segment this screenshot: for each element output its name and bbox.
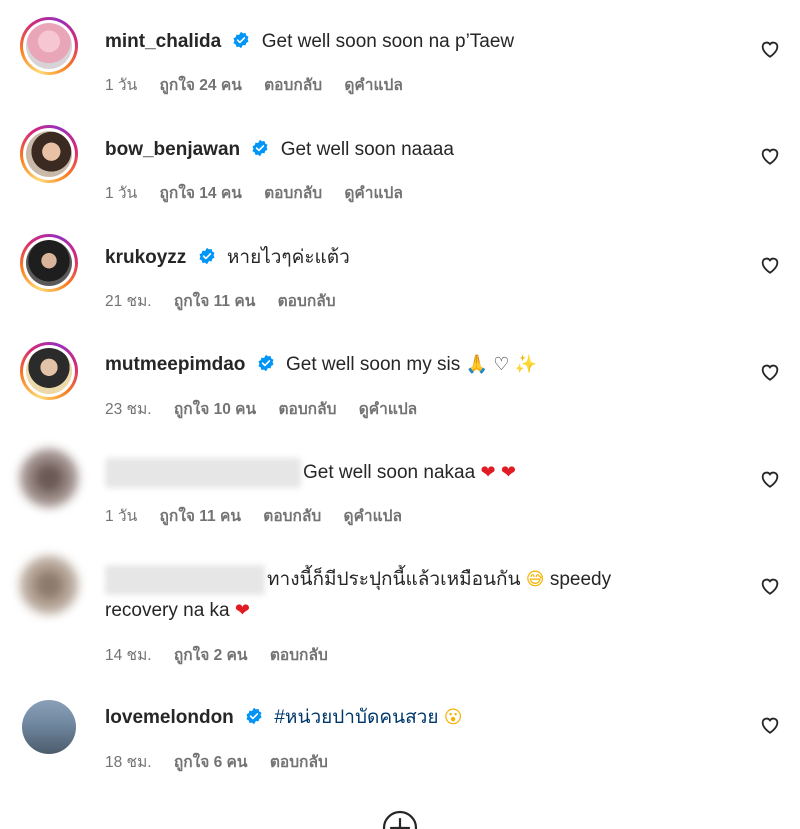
heart-outline-icon[interactable] xyxy=(759,254,781,276)
heart-outline-icon[interactable] xyxy=(759,575,781,597)
translate-button[interactable]: ดูคำแปล xyxy=(359,401,417,418)
avatar[interactable] xyxy=(20,125,78,183)
plus-circle-icon[interactable] xyxy=(382,810,418,829)
reply-button[interactable]: ตอบกลับ xyxy=(263,508,321,525)
sparkles-icon: ✨ xyxy=(514,354,538,375)
comment-time: 1 วัน xyxy=(105,77,138,94)
verified-badge-icon xyxy=(233,31,249,49)
red-heart-icon: ❤ xyxy=(480,462,496,484)
heart-outline-icon[interactable] xyxy=(759,145,781,167)
folded-hands-icon: 🙏 xyxy=(465,354,488,375)
verified-badge-icon xyxy=(246,707,262,725)
reply-button[interactable]: ตอบกลับ xyxy=(270,754,328,771)
likes-count[interactable]: ถูกใจ 11 คน xyxy=(174,293,255,310)
comment-username[interactable]: mint_chalida xyxy=(105,31,221,52)
comment-text-line2: recovery na ka xyxy=(105,600,230,621)
likes-count[interactable]: ถูกใจ 14 คน xyxy=(160,185,242,202)
comment-text: Get well soon soon na p’Taew xyxy=(261,31,515,52)
verified-badge-icon xyxy=(258,354,274,372)
comment-username[interactable]: bow_benjawan xyxy=(105,139,240,160)
avatar[interactable] xyxy=(22,700,76,754)
translate-button[interactable]: ดูคำแปล xyxy=(344,508,402,525)
comment-time: 14 ชม. xyxy=(105,647,152,664)
translate-button[interactable]: ดูคำแปล xyxy=(344,185,402,202)
verified-badge-icon xyxy=(199,247,215,265)
translate-button[interactable]: ดูคำแปล xyxy=(344,77,402,94)
comment-text: Get well soon naaaa xyxy=(280,139,454,160)
verified-badge-icon xyxy=(252,139,268,157)
comment-username[interactable]: krukoyzz xyxy=(105,247,186,268)
hidden-username[interactable] xyxy=(105,565,265,595)
white-heart-icon: ♡ xyxy=(493,354,510,375)
comment-time: 1 วัน xyxy=(105,185,138,202)
comment-text: ทางนี้ก็มีประปุกนี้แล้วเหมือนกัน xyxy=(267,569,521,591)
comment-username[interactable]: lovemelondon xyxy=(105,707,234,728)
avatar[interactable] xyxy=(20,342,78,400)
comment-time: 1 วัน xyxy=(105,508,138,525)
reply-button[interactable]: ตอบกลับ xyxy=(264,77,322,94)
likes-count[interactable]: ถูกใจ 24 คน xyxy=(160,77,242,94)
comment-time: 21 ชม. xyxy=(105,293,152,310)
comment-time: 18 ชม. xyxy=(105,754,152,771)
heart-outline-icon[interactable] xyxy=(759,468,781,490)
likes-count[interactable]: ถูกใจ 2 คน xyxy=(174,647,248,664)
red-heart-icon: ❤ xyxy=(234,600,250,621)
reply-button[interactable]: ตอบกลับ xyxy=(264,185,322,202)
likes-count[interactable]: ถูกใจ 10 คน xyxy=(174,401,256,418)
comment-time: 23 ชม. xyxy=(105,401,152,418)
heart-outline-icon[interactable] xyxy=(759,714,781,736)
red-heart-icon: ❤ xyxy=(500,462,516,484)
avatar[interactable] xyxy=(20,449,78,507)
astonished-face-icon: 😮 xyxy=(443,707,463,728)
comment-text-continued: speedy xyxy=(549,569,612,591)
hidden-username[interactable] xyxy=(105,458,301,488)
heart-outline-icon[interactable] xyxy=(759,361,781,383)
reply-button[interactable]: ตอบกลับ xyxy=(278,401,336,418)
reply-button[interactable]: ตอบกลับ xyxy=(278,293,336,310)
heart-outline-icon[interactable] xyxy=(759,38,781,60)
comment-text: Get well soon nakaa xyxy=(303,462,476,484)
avatar[interactable] xyxy=(20,234,78,292)
hashtag-link[interactable]: #หน่วยปาบัดคนสวย xyxy=(274,707,438,728)
comment-text: Get well soon my sis xyxy=(285,354,461,375)
reply-button[interactable]: ตอบกลับ xyxy=(270,647,328,664)
comment-text: หายไวๆค่ะแต้ว xyxy=(226,247,350,268)
likes-count[interactable]: ถูกใจ 11 คน xyxy=(160,508,241,525)
grinning-sweat-icon: 😅 xyxy=(525,569,545,591)
avatar[interactable] xyxy=(20,556,78,614)
avatar[interactable] xyxy=(20,17,78,75)
comment-username[interactable]: mutmeepimdao xyxy=(105,354,245,375)
likes-count[interactable]: ถูกใจ 6 คน xyxy=(174,754,248,771)
